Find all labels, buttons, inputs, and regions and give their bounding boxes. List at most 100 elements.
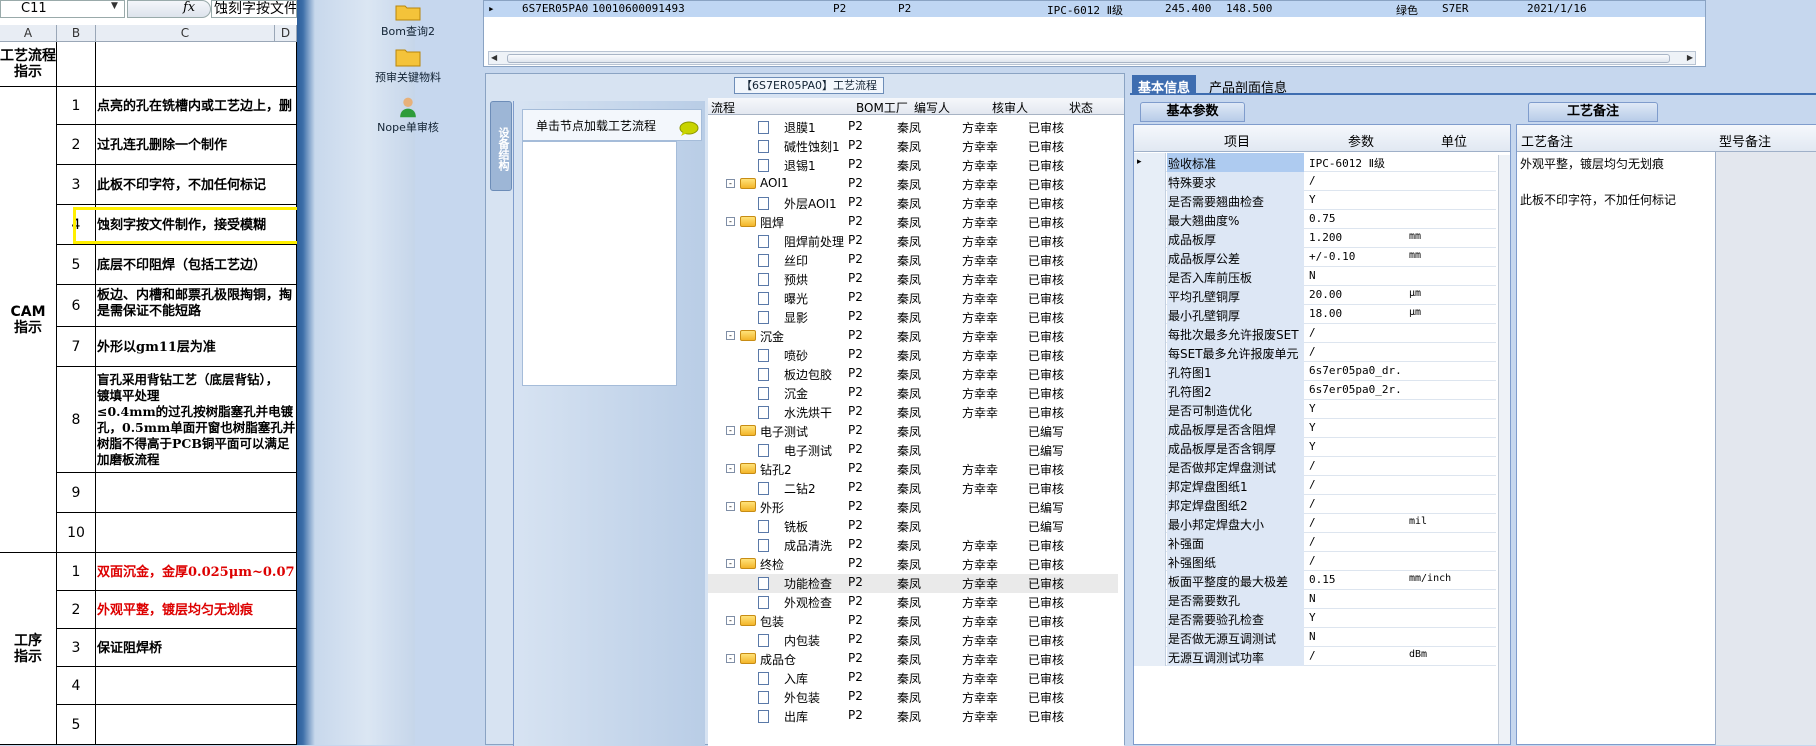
collapse-icon[interactable]: -: [726, 217, 735, 226]
param-value[interactable]: 18.00: [1309, 307, 1404, 320]
tree-row[interactable]: 碱性蚀刻1 P2 秦凤 方幸幸 已审核: [708, 137, 1118, 156]
tree-row[interactable]: 丝印 P2 秦凤 方幸幸 已审核: [708, 251, 1118, 270]
param-value[interactable]: 0.75: [1309, 212, 1404, 225]
param-row[interactable]: 无源互调测试功率 / dBm: [1134, 647, 1496, 666]
horizontal-scrollbar[interactable]: ◀ ▶: [488, 51, 1696, 65]
cell[interactable]: [57, 42, 96, 87]
tree-row[interactable]: 水洗烘干 P2 秦凤 方幸幸 已审核: [708, 403, 1118, 422]
param-value[interactable]: IPC-6012 Ⅱ级: [1309, 155, 1404, 171]
tree-row[interactable]: 铣板 P2 秦凤 已编写: [708, 517, 1118, 536]
cell-instruction[interactable]: [96, 513, 297, 553]
param-value[interactable]: 6s7er05pa0_dr...: [1309, 364, 1404, 377]
param-row[interactable]: 是否入库前压板 N: [1134, 267, 1496, 286]
tree-row[interactable]: - 沉金 P2 秦凤 方幸幸 已审核: [708, 327, 1118, 346]
param-value[interactable]: /: [1309, 554, 1404, 567]
param-row[interactable]: 每批次最多允许报废SET /: [1134, 324, 1496, 343]
cell-instruction[interactable]: 过孔连孔删除一个制作: [96, 125, 297, 165]
param-row[interactable]: 板面平整度的最大极差 0.15 mm/inch: [1134, 571, 1496, 590]
param-row[interactable]: 是否需要数孔 N: [1134, 590, 1496, 609]
param-value[interactable]: /: [1309, 516, 1404, 529]
cell-index[interactable]: 1: [57, 553, 96, 591]
param-value[interactable]: Y: [1309, 402, 1404, 415]
column-header-a[interactable]: A: [0, 25, 57, 42]
param-value[interactable]: /: [1309, 497, 1404, 510]
param-row[interactable]: 是否需要翘曲检查 Y: [1134, 191, 1496, 210]
param-row[interactable]: 成品板厚公差 +/-0.10 mm: [1134, 248, 1496, 267]
col-param[interactable]: 参数: [1348, 131, 1374, 150]
param-row[interactable]: 最小邦定焊盘大小 / mil: [1134, 514, 1496, 533]
tree-row[interactable]: 外包装 P2 秦凤 方幸幸 已审核: [708, 688, 1118, 707]
cell-index[interactable]: 7: [57, 327, 96, 367]
param-value[interactable]: /: [1309, 326, 1404, 339]
tab-basic-params[interactable]: 基本参数: [1140, 102, 1245, 122]
param-value[interactable]: /: [1309, 478, 1404, 491]
param-value[interactable]: Y: [1309, 193, 1404, 206]
param-value[interactable]: /: [1309, 649, 1404, 662]
cell-index[interactable]: 8: [57, 367, 96, 473]
cell-instruction-selected[interactable]: 蚀刻字按文件制作，接受模糊: [96, 205, 297, 245]
tree-row[interactable]: - 钻孔2 P2 秦凤 方幸幸 已审核: [708, 460, 1118, 479]
tree-row[interactable]: 显影 P2 秦凤 方幸幸 已审核: [708, 308, 1118, 327]
param-value[interactable]: /: [1309, 535, 1404, 548]
col-item[interactable]: 项目: [1224, 131, 1250, 150]
col-writer[interactable]: 编写人: [914, 99, 950, 116]
param-row[interactable]: 邦定焊盘图纸1 /: [1134, 476, 1496, 495]
collapse-icon[interactable]: -: [726, 616, 735, 625]
tree-row[interactable]: 内包装 P2 秦凤 方幸幸 已审核: [708, 631, 1118, 650]
product-row-selected[interactable]: ▸ 6S7ER05PA0 10010600091493 P2 P2 IPC-60…: [484, 1, 1705, 17]
param-row[interactable]: 孔符图2 6s7er05pa0_2r...: [1134, 381, 1496, 400]
column-header-d[interactable]: D: [275, 25, 297, 42]
tree-row[interactable]: 曝光 P2 秦凤 方幸幸 已审核: [708, 289, 1118, 308]
bom-query-button[interactable]: Bom查询2: [353, 0, 463, 39]
param-value[interactable]: N: [1309, 269, 1404, 282]
node-list[interactable]: [522, 141, 677, 386]
tree-row[interactable]: - 阻焊 P2 秦凤 方幸幸 已审核: [708, 213, 1118, 232]
param-row[interactable]: 补强图纸 /: [1134, 552, 1496, 571]
key-material-button[interactable]: 预审关键物料: [353, 46, 463, 85]
param-value[interactable]: /: [1309, 174, 1404, 187]
param-value[interactable]: N: [1309, 630, 1404, 643]
cell-instruction[interactable]: 保证阻焊桥: [96, 629, 297, 667]
param-value[interactable]: 1.200: [1309, 231, 1404, 244]
cell-instruction[interactable]: [96, 473, 297, 513]
tab-equipment-structure[interactable]: 设备结构: [490, 101, 512, 191]
cell-index[interactable]: 5: [57, 705, 96, 745]
col-unit[interactable]: 单位: [1441, 131, 1467, 150]
formula-input[interactable]: 蚀刻字按文件: [211, 0, 297, 18]
param-row[interactable]: 是否做邦定焊盘测试 /: [1134, 457, 1496, 476]
cell-index[interactable]: 5: [57, 245, 96, 285]
tree-row[interactable]: 出库 P2 秦凤 方幸幸 已审核: [708, 707, 1118, 726]
param-value[interactable]: Y: [1309, 611, 1404, 624]
nope-review-button[interactable]: Nope单审核: [353, 96, 463, 135]
cell-instruction[interactable]: [96, 705, 297, 745]
tree-row[interactable]: - 成品仓 P2 秦凤 方幸幸 已审核: [708, 650, 1118, 669]
cell-index[interactable]: 10: [57, 513, 96, 553]
tree-row[interactable]: 外层AOI1 P2 秦凤 方幸幸 已审核: [708, 194, 1118, 213]
cell-index[interactable]: 4: [57, 205, 96, 245]
tree-row[interactable]: 板边包胶 P2 秦凤 方幸幸 已审核: [708, 365, 1118, 384]
col-status[interactable]: 状态: [1069, 99, 1093, 116]
tree-row[interactable]: - AOI1 P2 秦凤 方幸幸 已审核: [708, 175, 1118, 194]
cell-process-step-header[interactable]: 工序 指示: [0, 553, 57, 745]
param-value[interactable]: N: [1309, 592, 1404, 605]
param-row[interactable]: 邦定焊盘图纸2 /: [1134, 495, 1496, 514]
param-value[interactable]: 0.15: [1309, 573, 1404, 586]
cell-index[interactable]: 2: [57, 591, 96, 629]
cell-instruction[interactable]: 板边、内槽和邮票孔极限掏铜，掏 是需保证不能短路: [96, 285, 297, 327]
tree-row[interactable]: 外观检查 P2 秦凤 方幸幸 已审核: [708, 593, 1118, 612]
param-row[interactable]: 最小孔壁铜厚 18.00 μm: [1134, 305, 1496, 324]
fx-icon[interactable]: fx: [183, 0, 195, 15]
cell-process-header[interactable]: 工艺流程 指示: [0, 42, 57, 87]
param-value[interactable]: Y: [1309, 440, 1404, 453]
cell-index[interactable]: 2: [57, 125, 96, 165]
col-process-remark[interactable]: 工艺备注: [1521, 131, 1573, 150]
node-header[interactable]: 单击节点加载工艺流程: [522, 109, 702, 141]
param-row[interactable]: 平均孔壁铜厚 20.00 μm: [1134, 286, 1496, 305]
tree-row[interactable]: 入库 P2 秦凤 方幸幸 已审核: [708, 669, 1118, 688]
cell-index[interactable]: 1: [57, 87, 96, 125]
tree-row[interactable]: 电子测试 P2 秦凤 已编写: [708, 441, 1118, 460]
cell-instruction[interactable]: 外形以gm11层为准: [96, 327, 297, 367]
cell-instruction[interactable]: 底层不印阻焊（包括工艺边）: [96, 245, 297, 285]
cell-instruction[interactable]: 双面沉金，金厚0.025μm~0.07: [96, 553, 297, 591]
scroll-right-icon[interactable]: ▶: [1687, 53, 1693, 62]
